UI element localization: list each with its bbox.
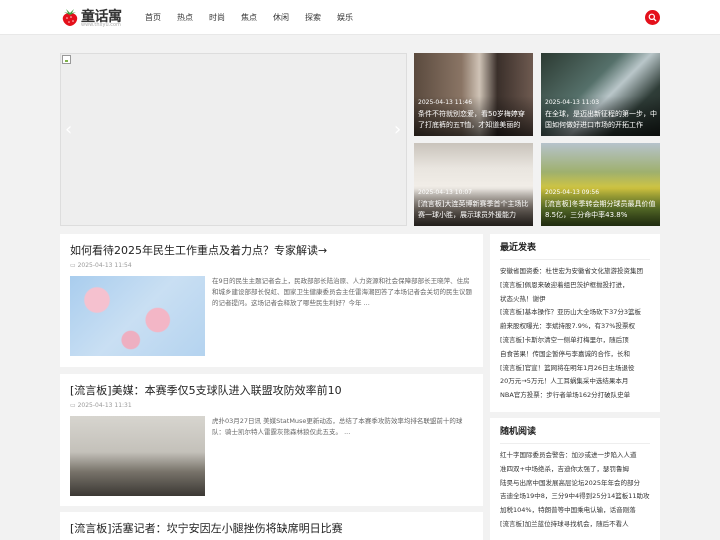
featured-thumb-3[interactable]: 2025-04-13 10:07 [流言板]大连英博新赛季首个主场比赛一球小胜，… bbox=[414, 143, 533, 226]
random-list: 红十字国际委员会警告：加沙或进一步陷入人道 准四双+中场绝杀，吉迪你太强了，瑟罚… bbox=[500, 449, 650, 532]
article-date: ▭ 2025-04-13 11:54 bbox=[70, 262, 132, 270]
article-date-text: 2025-04-13 11:31 bbox=[77, 402, 132, 409]
thumb-caption: [流言板]冬季转会期分球员最具价值8.5亿，三分命中率43.8% bbox=[545, 200, 656, 219]
list-item[interactable]: 20万元→5万元！人工耳蜗集采中选结果本月 bbox=[500, 375, 650, 389]
search-icon bbox=[648, 13, 657, 22]
nav-focus[interactable]: 焦点 bbox=[241, 12, 257, 23]
divider bbox=[500, 443, 650, 444]
strawberry-logo-icon bbox=[62, 9, 78, 26]
main-nav: 首页 热点 时尚 焦点 休闲 探索 娱乐 bbox=[145, 12, 369, 23]
list-item[interactable]: 安徽省国资委：杜世宏为安徽省文化旅游投资集团 bbox=[500, 265, 650, 279]
list-item[interactable]: 陆昊与出席中国发展高层论坛2025年年会的部分 bbox=[500, 477, 650, 491]
thumb-caption: 在全球，是迈出新征程的第一步，中国如何做好进口市场的开拓工作 bbox=[545, 110, 657, 129]
nav-fashion[interactable]: 时尚 bbox=[209, 12, 225, 23]
divider bbox=[500, 259, 650, 260]
list-item[interactable]: 蔚来股权曝光：李斌持股7.9%，有37%投票权 bbox=[500, 320, 650, 334]
list-item[interactable]: 状态火热！谢伊 bbox=[500, 293, 650, 307]
article-summary: 虎扑03月27日讯 美媒StatMuse更新动态，总结了本赛季攻防效率均排名联盟… bbox=[212, 417, 463, 436]
thumb-date: 2025-04-13 10:07 bbox=[418, 189, 473, 196]
broken-image-icon bbox=[62, 55, 71, 64]
sidebar-heading: 最近发表 bbox=[500, 243, 537, 253]
article-thumbnail[interactable] bbox=[70, 416, 205, 496]
list-item[interactable]: 自食苦果！传国企暂停与李嘉诚的合作，长和 bbox=[500, 348, 650, 362]
nav-entertainment[interactable]: 娱乐 bbox=[337, 12, 353, 23]
article-card: [流言板]美媒：本赛季仅5支球队进入联盟攻防效率前10 ▭ 2025-04-13… bbox=[60, 374, 483, 506]
featured-thumb-2[interactable]: 2025-04-13 11:03 在全球，是迈出新征程的第一步，中国如何做好进口… bbox=[541, 53, 660, 136]
list-item[interactable]: [流言板]佩恩来破迎着组巴茨护框抛投打进， bbox=[500, 279, 650, 293]
site-logo[interactable]: 童话寓 www.thxyu.com bbox=[61, 5, 122, 29]
slider-next-icon[interactable]: › bbox=[394, 120, 401, 140]
featured-thumb-1[interactable]: 2025-04-13 11:46 条件不符就别恋爱，看50岁梅婷穿了打底裤的五T… bbox=[414, 53, 533, 136]
article-title-link[interactable]: 如何看待2025年民生工作重点及着力点？专家解读→ bbox=[70, 244, 327, 258]
thumb-caption: [流言板]大连英博新赛季首个主场比赛一球小胜，展示球员外援能力 bbox=[418, 200, 529, 219]
search-button[interactable] bbox=[645, 10, 660, 25]
list-item[interactable]: [流言板]基本操作？亚历山大全场砍下37分3篮板 bbox=[500, 306, 650, 320]
calendar-icon: ▭ bbox=[70, 402, 76, 409]
featured-slider[interactable]: ‹ › bbox=[60, 53, 407, 226]
sidebar-heading: 随机阅读 bbox=[500, 427, 537, 437]
thumb-date: 2025-04-13 11:03 bbox=[545, 99, 600, 106]
article-summary: 在9日的民生主题记者会上，民政部部长陆治原、人力资源和社会保障部部长王晓萍、住房… bbox=[212, 277, 472, 307]
list-item[interactable]: 加税104%，特朗普等中国乘电认输，话音刚落 bbox=[500, 504, 650, 518]
sidebar-random: 随机阅读 红十字国际委员会警告：加沙或进一步陷入人道 准四双+中场绝杀，吉迪你太… bbox=[490, 418, 660, 540]
nav-explore[interactable]: 探索 bbox=[305, 12, 321, 23]
article-date-text: 2025-04-13 11:54 bbox=[77, 262, 132, 269]
list-item[interactable]: [流言板]官宣！篮网将在明年1月26日主场退役 bbox=[500, 362, 650, 376]
list-item[interactable]: [流言板]卡斯尔清空一侧单打梅里尔，随后顶 bbox=[500, 334, 650, 348]
slider-prev-icon[interactable]: ‹ bbox=[65, 120, 72, 140]
nav-hot[interactable]: 热点 bbox=[177, 12, 193, 23]
calendar-icon: ▭ bbox=[70, 262, 76, 269]
latest-list: 安徽省国资委：杜世宏为安徽省文化旅游投资集团 [流言板]佩恩来破迎着组巴茨护框抛… bbox=[500, 265, 650, 403]
site-domain: www.thxyu.com bbox=[81, 22, 121, 28]
thumb-caption: 条件不符就别恋爱，看50岁梅婷穿了打底裤的五T恤，才知道美丽的 bbox=[418, 110, 525, 129]
list-item[interactable]: 吉迪全场19中8，三分9中4得到25分14篮板11助攻 bbox=[500, 490, 650, 504]
featured-thumb-4[interactable]: 2025-04-13 09:56 [流言板]冬季转会期分球员最具价值8.5亿，三… bbox=[541, 143, 660, 226]
nav-home[interactable]: 首页 bbox=[145, 12, 161, 23]
article-date: ▭ 2025-04-13 11:31 bbox=[70, 402, 132, 410]
article-thumbnail[interactable] bbox=[70, 276, 205, 356]
article-card: [流言板]活塞记者：坎宁安因左小腿挫伤将缺席明日比赛 bbox=[60, 512, 483, 540]
article-title-link[interactable]: [流言板]美媒：本赛季仅5支球队进入联盟攻防效率前10 bbox=[70, 384, 342, 398]
thumb-date: 2025-04-13 11:46 bbox=[418, 99, 473, 106]
article-title-link[interactable]: [流言板]活塞记者：坎宁安因左小腿挫伤将缺席明日比赛 bbox=[70, 522, 343, 536]
list-item[interactable]: 准四双+中场绝杀，吉迪你太强了，瑟罚鲁姆 bbox=[500, 463, 650, 477]
nav-leisure[interactable]: 休闲 bbox=[273, 12, 289, 23]
top-header: 童话寓 www.thxyu.com 首页 热点 时尚 焦点 休闲 探索 娱乐 bbox=[0, 0, 720, 35]
sidebar-latest: 最近发表 安徽省国资委：杜世宏为安徽省文化旅游投资集团 [流言板]佩恩来破迎着组… bbox=[490, 234, 660, 412]
list-item[interactable]: NBA官方投票：步行者单场162分打破队史单 bbox=[500, 389, 650, 403]
article-card: 如何看待2025年民生工作重点及着力点？专家解读→ ▭ 2025-04-13 1… bbox=[60, 234, 483, 367]
list-item[interactable]: [流言板]加兰蓝位持球寻找机会，随后不看人 bbox=[500, 518, 650, 532]
list-item[interactable]: 红十字国际委员会警告：加沙或进一步陷入人道 bbox=[500, 449, 650, 463]
thumb-date: 2025-04-13 09:56 bbox=[545, 189, 600, 196]
